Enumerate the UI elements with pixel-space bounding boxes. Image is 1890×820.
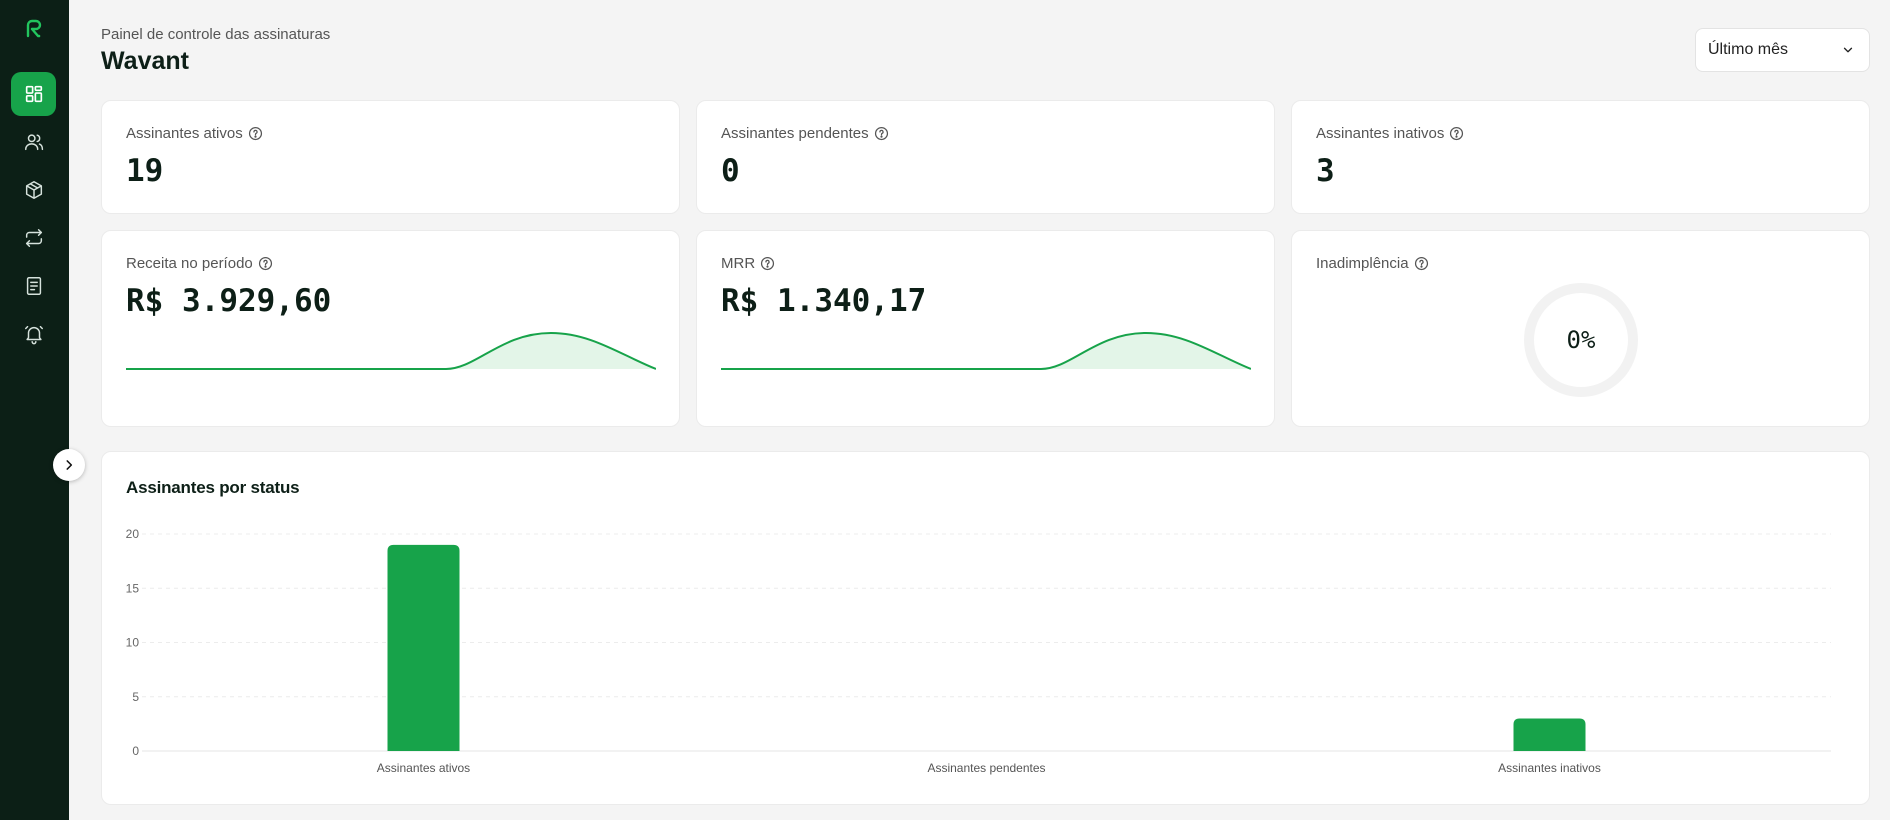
card-label: Receita no período	[126, 255, 253, 272]
card-label: Inadimplência	[1316, 255, 1409, 272]
stat-value: 19	[126, 153, 164, 189]
status-bar-chart: 0 5 10 15 20 Assinantes ativos Assinantes pend…	[126, 527, 1831, 775]
y-tick-label: 5	[132, 690, 139, 704]
stat-value: R$ 3.929,60	[126, 283, 332, 319]
x-tick-label: Assinantes pendentes	[927, 761, 1045, 775]
card-active-subscribers: Assinantes ativos 19	[101, 100, 680, 214]
card-inactive-subscribers: Assinantes inativos 3	[1291, 100, 1870, 214]
sidebar-item-dashboard[interactable]	[11, 72, 56, 116]
period-select[interactable]: Último mês	[1695, 28, 1870, 72]
chevron-right-icon	[66, 460, 73, 470]
sidebar-item-subscriptions[interactable]	[11, 216, 56, 260]
x-tick-label: Assinantes ativos	[377, 761, 470, 775]
revenue-sparkline	[126, 331, 656, 370]
card-label: Assinantes ativos	[126, 125, 243, 142]
sidebar	[0, 0, 69, 820]
sidebar-expand-button[interactable]	[53, 449, 85, 481]
default-rate-donut: 0%	[1522, 281, 1640, 399]
bar[interactable]	[1513, 718, 1586, 751]
donut-value: 0%	[1566, 326, 1596, 354]
card-default-rate: Inadimplência 0%	[1291, 230, 1870, 427]
period-select-value: Último mês	[1708, 41, 1789, 58]
sidebar-item-products[interactable]	[11, 168, 56, 212]
card-label-wrap: Assinantes pendentes	[721, 125, 889, 142]
y-tick-label: 15	[126, 581, 140, 595]
mrr-sparkline	[721, 331, 1251, 370]
card-mrr: MRR R$ 1.340,17	[696, 230, 1275, 427]
sidebar-item-notifications[interactable]	[11, 312, 56, 356]
sidebar-item-subscribers[interactable]	[11, 120, 56, 164]
x-tick-label: Assinantes inativos	[1498, 761, 1601, 775]
users-icon	[24, 134, 43, 151]
card-revenue: Receita no período R$ 3.929,60	[101, 230, 680, 427]
help-icon[interactable]	[1449, 126, 1464, 141]
bar[interactable]	[387, 544, 460, 751]
card-label-wrap: Receita no período	[126, 255, 273, 272]
stat-value: R$ 1.340,17	[721, 283, 927, 319]
logo-icon[interactable]	[22, 17, 46, 41]
help-icon[interactable]	[248, 126, 263, 141]
page-title: Wavant	[101, 47, 189, 75]
card-label-wrap: Inadimplência	[1316, 255, 1429, 272]
sidebar-item-invoices[interactable]	[11, 264, 56, 308]
card-label-wrap: MRR	[721, 255, 775, 272]
card-label-wrap: Assinantes ativos	[126, 125, 263, 142]
help-icon[interactable]	[874, 126, 889, 141]
card-label: Assinantes inativos	[1316, 125, 1445, 142]
card-pending-subscribers: Assinantes pendentes 0	[696, 100, 1275, 214]
help-icon[interactable]	[760, 256, 775, 271]
y-tick-label: 20	[126, 527, 140, 541]
y-tick-label: 10	[126, 636, 140, 650]
chevron-down-icon	[1843, 47, 1853, 53]
page-subtitle: Painel de controle das assinaturas	[101, 26, 331, 43]
dashboard-icon	[25, 85, 42, 103]
y-tick-label: 0	[132, 744, 139, 758]
box-icon	[25, 181, 42, 199]
stat-value: 0	[721, 153, 740, 189]
card-label: MRR	[721, 255, 756, 272]
document-icon	[26, 277, 41, 295]
card-label-wrap: Assinantes inativos	[1316, 125, 1464, 142]
help-icon[interactable]	[1414, 256, 1429, 271]
card-subscribers-by-status: Assinantes por status 0 5 10 15 20 Assinantes…	[101, 451, 1870, 805]
help-icon[interactable]	[258, 256, 273, 271]
card-label: Assinantes pendentes	[721, 125, 869, 142]
stat-value: 3	[1316, 153, 1335, 189]
alarm-icon	[24, 325, 43, 345]
repeat-icon	[25, 229, 42, 247]
